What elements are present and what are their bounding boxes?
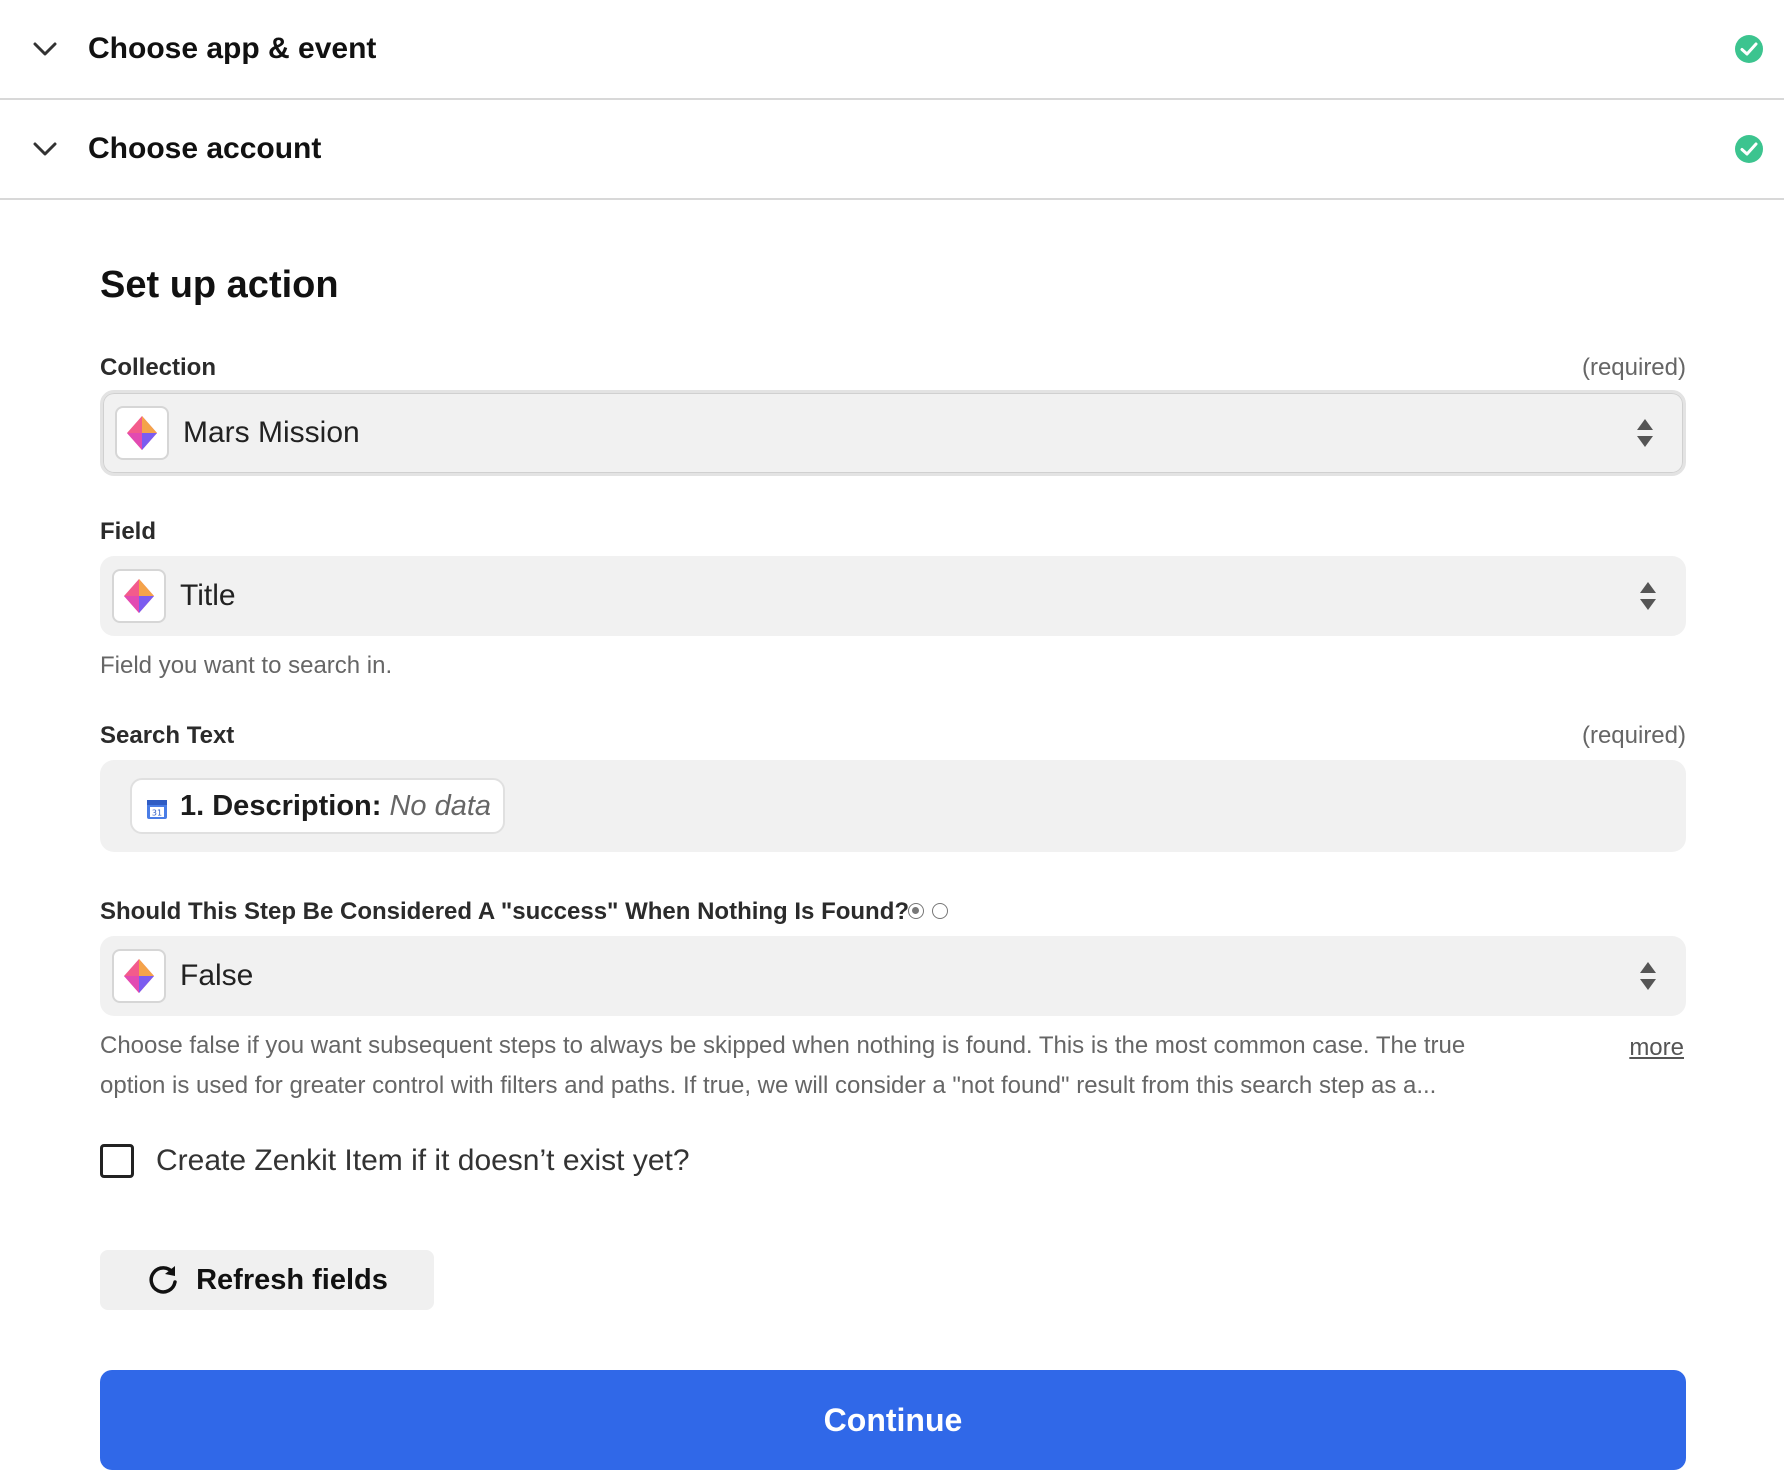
create-item-checkbox[interactable] [100,1144,134,1178]
search-text-input[interactable]: 31 1. Description: No data [100,760,1686,852]
success-when-not-found-value: False [180,959,254,992]
select-arrows-icon [1638,960,1658,992]
create-item-checkbox-row[interactable]: Create Zenkit Item if it doesn’t exist y… [100,1144,690,1178]
pill-label: 1. Description: [180,789,382,822]
check-circle-icon [1734,134,1764,164]
zenkit-icon [112,949,166,1003]
section-title: Choose app & event [88,32,377,65]
chevron-down-icon[interactable] [30,134,60,164]
more-link[interactable]: more [1629,1034,1684,1062]
collection-label: Collection [100,354,217,381]
success-help-line-1: Choose false if you want subsequent step… [100,1032,1466,1059]
collection-select[interactable]: Mars Mission [100,390,1686,476]
success-when-not-found-label: Should This Step Be Considered A "succes… [100,898,910,925]
continue-button[interactable]: Continue [100,1370,1686,1470]
chevron-down-icon[interactable] [30,34,60,64]
required-indicator: (required) [1581,354,1686,381]
required-indicator: (required) [1581,722,1686,749]
success-help-line-2: option is used for greater control with … [100,1072,1437,1099]
radio-unselected-icon[interactable] [932,903,948,919]
continue-label: Continue [823,1401,963,1438]
select-arrows-icon [1635,417,1655,449]
success-when-not-found-select[interactable]: False [100,936,1686,1016]
section-title: Choose account [88,132,322,165]
select-arrows-icon [1638,580,1658,612]
refresh-fields-button[interactable]: Refresh fields [100,1250,434,1310]
radio-selected-icon[interactable] [908,903,924,919]
radio-toggle-group[interactable] [908,903,948,919]
refresh-fields-label: Refresh fields [196,1263,388,1296]
zenkit-icon [112,569,166,623]
field-select[interactable]: Title [100,556,1686,636]
field-help-text: Field you want to search in. [100,652,393,679]
page-title: Set up action [100,264,339,306]
svg-text:31: 31 [152,809,162,818]
pill-value: No data [389,789,492,822]
field-label: Field [100,518,157,545]
calendar-icon: 31 [146,795,168,819]
mapped-field-pill[interactable]: 31 1. Description: No data [130,778,506,834]
zenkit-icon [115,406,169,460]
section-choose-app-event[interactable]: Choose app & event [0,0,1784,100]
create-item-label[interactable]: Create Zenkit Item if it doesn’t exist y… [156,1144,690,1178]
section-choose-account[interactable]: Choose account [0,100,1784,200]
collection-value: Mars Mission [183,416,360,449]
field-value: Title [180,579,236,612]
search-text-label: Search Text [100,722,235,749]
refresh-icon [149,1266,177,1294]
check-circle-icon [1734,34,1764,64]
